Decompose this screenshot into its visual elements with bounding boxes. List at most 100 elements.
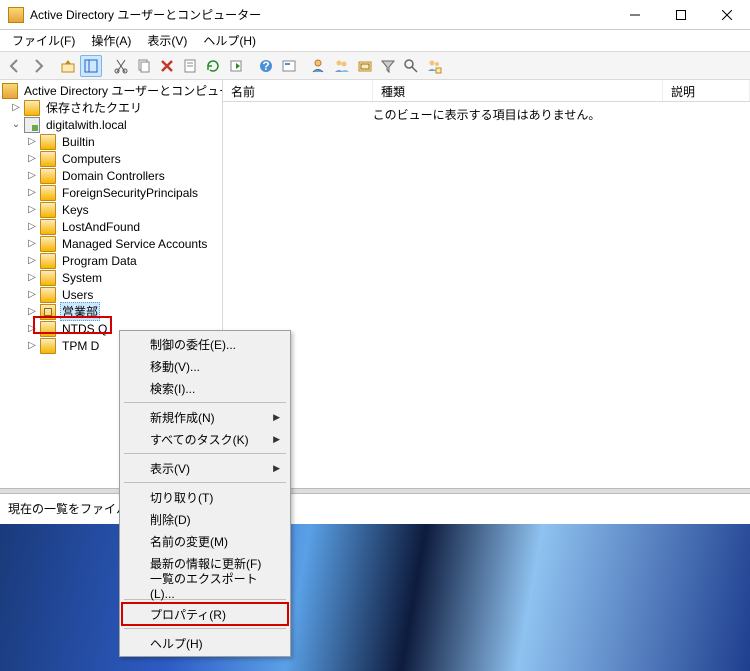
find-button[interactable] (278, 55, 300, 77)
expand-icon[interactable]: ▷ (26, 153, 38, 165)
status-bar: 現在の一覧をファイル (0, 494, 750, 522)
up-level-button[interactable] (57, 55, 79, 77)
tree-item[interactable]: TPM D (60, 339, 101, 353)
tree-root[interactable]: Active Directory ユーザーとコンピュー (22, 82, 223, 99)
menu-view[interactable]: 表示(V) (139, 30, 195, 51)
toolbar: ? (0, 52, 750, 80)
toolbar-separator (248, 55, 254, 77)
expand-icon[interactable]: ▷ (26, 136, 38, 148)
tree-item[interactable]: Program Data (60, 254, 139, 268)
folder-icon (40, 202, 56, 218)
add-to-group-button[interactable] (423, 55, 445, 77)
column-name[interactable]: 名前 (223, 80, 373, 101)
folder-icon (40, 185, 56, 201)
tree-item[interactable]: Domain Controllers (60, 169, 167, 183)
tree-item[interactable]: Builtin (60, 135, 97, 149)
column-type[interactable]: 種類 (373, 80, 663, 101)
tree-item[interactable]: Keys (60, 203, 91, 217)
context-menu-item[interactable]: 検索(I)... (122, 377, 288, 399)
expand-icon[interactable]: ▷ (26, 170, 38, 182)
context-menu-item[interactable]: 削除(D) (122, 508, 288, 530)
search-button[interactable] (400, 55, 422, 77)
expand-icon[interactable]: ▷ (10, 102, 22, 114)
tree-item[interactable]: Managed Service Accounts (60, 237, 209, 251)
app-icon (8, 7, 24, 23)
nav-forward-button[interactable] (27, 55, 49, 77)
menu-separator (124, 402, 286, 403)
ou-icon (40, 304, 56, 320)
root-icon (2, 83, 18, 99)
context-menu-item[interactable]: ヘルプ(H) (122, 632, 288, 654)
new-ou-button[interactable] (354, 55, 376, 77)
new-user-button[interactable] (308, 55, 330, 77)
expand-icon[interactable]: ▷ (26, 238, 38, 250)
toolbar-separator (301, 55, 307, 77)
titlebar: Active Directory ユーザーとコンピューター (0, 0, 750, 30)
workspace: Active Directory ユーザーとコンピュー ▷ 保存されたクエリ ⌄ d… (0, 80, 750, 488)
folder-icon (40, 151, 56, 167)
expand-icon[interactable]: ▷ (26, 272, 38, 284)
folder-icon (40, 338, 56, 354)
tree-item[interactable]: NTDS Q (60, 322, 109, 336)
export-list-button[interactable] (225, 55, 247, 77)
list-header: 名前 種類 説明 (223, 80, 750, 102)
expand-icon[interactable]: ▷ (26, 340, 38, 352)
folder-icon (24, 100, 40, 116)
context-menu-item[interactable]: 一覧のエクスポート(L)... (122, 574, 288, 596)
tree-ou-selected[interactable]: 営業部 (60, 302, 100, 321)
close-button[interactable] (704, 0, 750, 30)
folder-icon (40, 253, 56, 269)
expand-icon[interactable]: ▷ (26, 306, 38, 318)
tree-item[interactable]: LostAndFound (60, 220, 142, 234)
expand-icon[interactable]: ▷ (26, 255, 38, 267)
properties-button[interactable] (179, 55, 201, 77)
help-button[interactable]: ? (255, 55, 277, 77)
tree-item[interactable]: ForeignSecurityPrincipals (60, 186, 200, 200)
desktop-background (0, 524, 750, 671)
status-text: 現在の一覧をファイル (8, 500, 128, 517)
menu-separator (124, 482, 286, 483)
delete-button[interactable] (156, 55, 178, 77)
copy-button[interactable] (133, 55, 155, 77)
refresh-button[interactable] (202, 55, 224, 77)
tree-item[interactable]: System (60, 271, 104, 285)
maximize-button[interactable] (658, 0, 704, 30)
tree-item[interactable]: Computers (60, 152, 123, 166)
menu-separator (124, 628, 286, 629)
expand-icon[interactable]: ▷ (26, 323, 38, 335)
column-description[interactable]: 説明 (663, 80, 750, 101)
minimize-button[interactable] (612, 0, 658, 30)
new-group-button[interactable] (331, 55, 353, 77)
collapse-icon[interactable]: ⌄ (10, 119, 22, 131)
show-hide-tree-button[interactable] (80, 55, 102, 77)
expand-icon[interactable]: ▷ (26, 204, 38, 216)
tree-saved-queries[interactable]: 保存されたクエリ (44, 99, 144, 116)
context-menu-item[interactable]: プロパティ(R) (122, 603, 288, 625)
expand-icon[interactable]: ▷ (26, 289, 38, 301)
menu-action[interactable]: 操作(A) (83, 30, 139, 51)
folder-icon (40, 270, 56, 286)
window-title: Active Directory ユーザーとコンピューター (30, 6, 612, 23)
filter-button[interactable] (377, 55, 399, 77)
context-menu-item[interactable]: 制御の委任(E)... (122, 333, 288, 355)
context-menu-item[interactable]: 名前の変更(M) (122, 530, 288, 552)
tree-domain[interactable]: digitalwith.local (44, 118, 129, 132)
folder-icon (40, 134, 56, 150)
menu-separator (124, 453, 286, 454)
menu-file[interactable]: ファイル(F) (4, 30, 83, 51)
context-menu-item[interactable]: すべてのタスク(K) (122, 428, 288, 450)
context-menu-item[interactable]: 表示(V) (122, 457, 288, 479)
menu-help[interactable]: ヘルプ(H) (195, 30, 264, 51)
expand-icon[interactable]: ▷ (26, 221, 38, 233)
nav-back-button[interactable] (4, 55, 26, 77)
svg-text:?: ? (262, 59, 269, 73)
context-menu-item[interactable]: 新規作成(N) (122, 406, 288, 428)
context-menu-item[interactable]: 切り取り(T) (122, 486, 288, 508)
expand-icon[interactable]: ▷ (26, 187, 38, 199)
list-pane: 名前 種類 説明 このビューに表示する項目はありません。 (223, 80, 750, 488)
folder-icon (40, 321, 56, 337)
folder-icon (40, 236, 56, 252)
context-menu-item[interactable]: 移動(V)... (122, 355, 288, 377)
cut-button[interactable] (110, 55, 132, 77)
tree-item[interactable]: Users (60, 288, 95, 302)
